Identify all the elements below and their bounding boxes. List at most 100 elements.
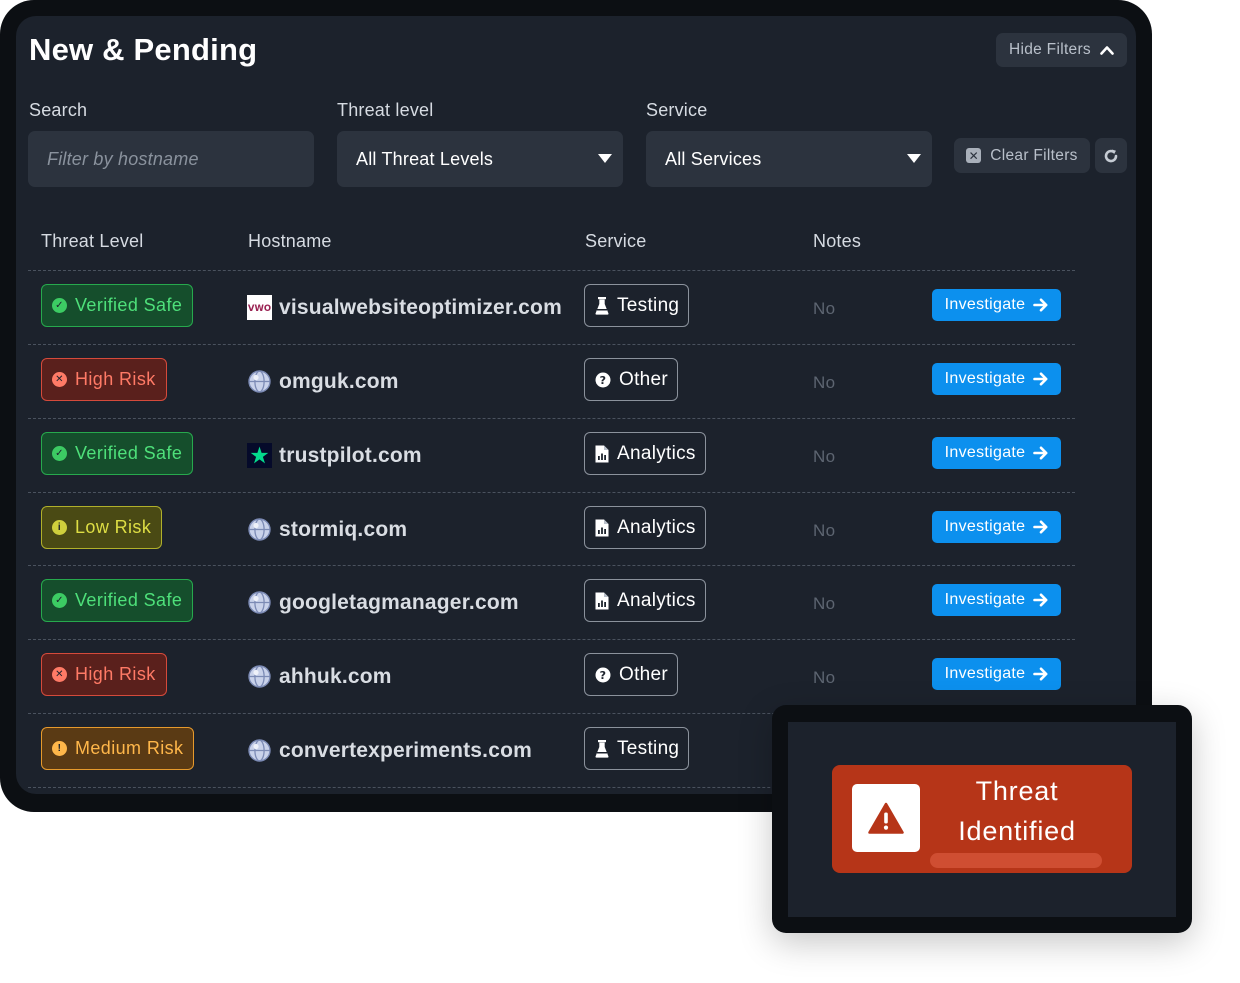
hostname-cell: stormiq.com bbox=[247, 517, 407, 542]
investigate-button[interactable]: Investigate bbox=[932, 363, 1061, 395]
hostname-text: convertexperiments.com bbox=[279, 738, 532, 762]
hostname-cell: VWO visualwebsiteoptimizer.com bbox=[247, 295, 562, 320]
hostname-cell: ahhuk.com bbox=[247, 664, 392, 689]
check-circle-icon: ✓ bbox=[52, 446, 67, 461]
notes-cell: No bbox=[813, 299, 836, 318]
hostname-text: omguk.com bbox=[279, 369, 399, 393]
caret-down-icon bbox=[907, 154, 921, 163]
service-select[interactable]: All Services bbox=[646, 131, 932, 187]
chart-document-icon bbox=[595, 592, 609, 609]
globe-icon bbox=[247, 738, 272, 763]
investigate-button[interactable]: Investigate bbox=[932, 511, 1061, 543]
vwo-logo-icon: VWO bbox=[247, 295, 272, 320]
service-tag-label: Other bbox=[619, 663, 669, 685]
threat-level-value: All Threat Levels bbox=[356, 148, 494, 169]
question-circle-icon: ? bbox=[595, 372, 611, 387]
search-label: Search bbox=[29, 100, 88, 120]
service-tag-label: Other bbox=[619, 368, 669, 390]
globe-icon bbox=[247, 590, 272, 615]
new-pending-panel: New & Pending Hide Filters Search Filter… bbox=[16, 16, 1136, 794]
investigate-button[interactable]: Investigate bbox=[932, 584, 1061, 616]
notes-cell: No bbox=[813, 594, 836, 613]
service-tag-label: Analytics bbox=[617, 516, 696, 538]
refresh-icon bbox=[1104, 149, 1118, 162]
dashboard-device-frame: New & Pending Hide Filters Search Filter… bbox=[0, 0, 1152, 812]
threat-popup-frame: Threat Identified bbox=[772, 705, 1192, 933]
x-circle-icon: ✕ bbox=[52, 372, 67, 387]
investigate-label: Investigate bbox=[944, 444, 1026, 461]
clear-filters-label: Clear Filters bbox=[990, 146, 1078, 164]
arrow-right-icon bbox=[1033, 446, 1048, 460]
threat-identified-alert: Threat Identified bbox=[832, 765, 1132, 873]
threat-badge-medium-risk: ! Medium Risk bbox=[41, 727, 195, 770]
service-tag: Analytics bbox=[584, 432, 706, 475]
threat-badge-verified-safe: ✓ Verified Safe bbox=[41, 432, 194, 475]
investigate-button[interactable]: Investigate bbox=[932, 658, 1061, 690]
hide-filters-button[interactable]: Hide Filters bbox=[996, 33, 1127, 67]
table-row: ✕ High Risk ahhuk.com ? Other No Investi… bbox=[16, 640, 1136, 713]
service-label: Service bbox=[646, 100, 708, 120]
hostname-text: stormiq.com bbox=[279, 517, 408, 541]
threat-level-label: Threat level bbox=[337, 100, 434, 120]
column-header-hostname: Hostname bbox=[248, 231, 332, 251]
caret-down-icon bbox=[598, 154, 612, 163]
threat-badge-high-risk: ✕ High Risk bbox=[41, 358, 167, 401]
hostname-cell: googletagmanager.com bbox=[247, 590, 519, 615]
arrow-right-icon bbox=[1033, 667, 1048, 681]
refresh-button[interactable] bbox=[1095, 138, 1127, 173]
hostname-text: visualwebsiteoptimizer.com bbox=[279, 295, 562, 319]
chart-document-icon bbox=[595, 445, 609, 462]
table-row: ✕ High Risk omguk.com ? Other No Investi… bbox=[16, 345, 1136, 418]
arrow-right-icon bbox=[1033, 520, 1048, 534]
svg-text:?: ? bbox=[600, 669, 607, 682]
notes-cell: No bbox=[813, 521, 836, 540]
alert-title-line1: Threat bbox=[975, 776, 1059, 806]
info-circle-icon: i bbox=[52, 520, 67, 535]
threat-badge-label: Verified Safe bbox=[75, 295, 183, 315]
investigate-label: Investigate bbox=[944, 296, 1026, 313]
investigate-label: Investigate bbox=[944, 591, 1026, 608]
arrow-right-icon bbox=[1033, 372, 1048, 386]
investigate-label: Investigate bbox=[944, 370, 1026, 387]
search-input[interactable]: Filter by hostname bbox=[28, 131, 314, 187]
service-tag-label: Testing bbox=[617, 294, 680, 316]
question-circle-icon: ? bbox=[595, 667, 611, 682]
column-header-service: Service bbox=[585, 231, 647, 251]
check-circle-icon: ✓ bbox=[52, 593, 67, 608]
flask-icon bbox=[595, 739, 609, 758]
table-row: ✓ Verified Safe VWO visualwebsiteoptimiz… bbox=[16, 271, 1136, 344]
table-row: i Low Risk stormiq.com Analytics No Inve… bbox=[16, 493, 1136, 566]
threat-popup-screen: Threat Identified bbox=[788, 722, 1176, 917]
close-square-icon: ✕ bbox=[966, 148, 982, 163]
investigate-button[interactable]: Investigate bbox=[932, 289, 1061, 321]
chart-document-icon bbox=[595, 519, 609, 536]
hostname-text: googletagmanager.com bbox=[279, 590, 519, 614]
threat-badge-label: Verified Safe bbox=[75, 443, 183, 463]
service-tag: Testing bbox=[584, 284, 690, 327]
column-header-notes: Notes bbox=[813, 231, 862, 251]
service-tag: ? Other bbox=[584, 358, 679, 401]
service-tag: Analytics bbox=[584, 579, 706, 622]
service-tag: Analytics bbox=[584, 506, 706, 549]
service-tag: ? Other bbox=[584, 653, 679, 696]
notes-cell: No bbox=[813, 373, 836, 392]
arrow-right-icon bbox=[1033, 298, 1048, 312]
svg-text:VWO: VWO bbox=[248, 304, 271, 314]
investigate-button[interactable]: Investigate bbox=[932, 437, 1061, 469]
service-tag-label: Analytics bbox=[617, 589, 696, 611]
service-tag-label: Analytics bbox=[617, 442, 696, 464]
alert-title-line2: Identified bbox=[958, 816, 1076, 846]
trustpilot-star-icon bbox=[247, 443, 272, 468]
threat-level-select[interactable]: All Threat Levels bbox=[337, 131, 623, 187]
hostname-cell: trustpilot.com bbox=[247, 443, 422, 468]
clear-filters-button[interactable]: ✕ Clear Filters bbox=[954, 138, 1090, 173]
notes-cell: No bbox=[813, 447, 836, 466]
threat-badge-label: High Risk bbox=[75, 664, 156, 684]
threat-badge-label: Low Risk bbox=[75, 517, 152, 537]
globe-icon bbox=[247, 517, 272, 542]
globe-icon bbox=[247, 369, 272, 394]
threat-badge-label: Medium Risk bbox=[75, 738, 184, 758]
threat-badge-verified-safe: ✓ Verified Safe bbox=[41, 579, 194, 622]
hostname-cell: omguk.com bbox=[247, 369, 399, 394]
service-tag-label: Testing bbox=[617, 737, 680, 759]
